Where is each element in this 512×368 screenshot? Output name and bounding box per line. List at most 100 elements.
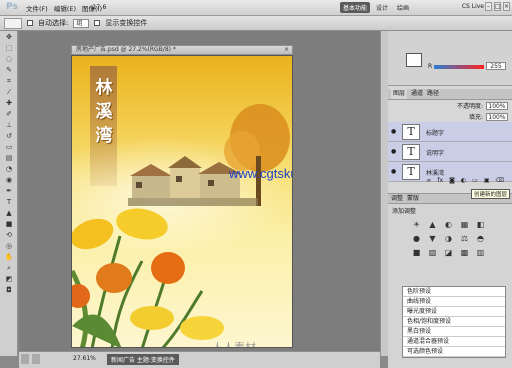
eyedropper-tool-icon[interactable]: ⁄ (3, 87, 15, 97)
new-layer-icon[interactable]: ▣ (484, 177, 490, 187)
filmstrip-icon[interactable] (32, 354, 40, 364)
preset-item[interactable]: 色阶预设 (403, 287, 505, 297)
crop-tool-icon[interactable]: ⌗ (3, 76, 15, 86)
foreground-background-color-icon[interactable]: ◩ (3, 274, 15, 284)
layer-row[interactable]: ● T 标题字 (388, 122, 512, 142)
fx-icon[interactable]: fx (437, 177, 443, 187)
threshold-icon[interactable]: ◪ (444, 248, 453, 257)
exposure-icon[interactable]: ▦ (460, 220, 469, 229)
preset-item[interactable]: 曲线预设 (403, 297, 505, 307)
maximize-icon[interactable]: □ (494, 2, 501, 11)
auto-select-dropdown[interactable]: 组 (73, 18, 90, 28)
red-channel-value[interactable]: 255 (486, 62, 506, 70)
path-selection-tool-icon[interactable]: ▲ (3, 208, 15, 218)
menu-edit[interactable]: 编辑(E) (54, 3, 76, 13)
tab-masks[interactable]: 蒙版 (407, 194, 419, 203)
layer-row[interactable]: ● T 说明字 (388, 142, 512, 162)
brush-tool-icon[interactable]: ✐ (3, 109, 15, 119)
quick-select-tool-icon[interactable]: ✎ (3, 65, 15, 75)
quick-mask-icon[interactable]: ◘ (3, 285, 15, 295)
trash-icon[interactable]: ⌫ (496, 177, 504, 187)
zoom-level[interactable]: 27.6 (92, 3, 106, 11)
preset-item[interactable]: 黑白预设 (403, 327, 505, 337)
healing-brush-tool-icon[interactable]: ✚ (3, 98, 15, 108)
tool-preset-picker[interactable] (4, 17, 22, 29)
dodge-tool-icon[interactable]: ◉ (3, 175, 15, 185)
move-tool-icon[interactable]: ✥ (3, 32, 15, 42)
3d-rotate-tool-icon[interactable]: ⟲ (3, 230, 15, 240)
eye-icon[interactable]: ● (391, 148, 396, 155)
tab-adjustments[interactable]: 调整 (391, 194, 403, 203)
preset-item[interactable]: 通道混合器预设 (403, 337, 505, 347)
gradient-tool-icon[interactable]: ▤ (3, 153, 15, 163)
clone-stamp-tool-icon[interactable]: ⊥ (3, 120, 15, 130)
invert-icon[interactable]: ■ (412, 248, 421, 257)
menu-bar: 文件(F) 编辑(E) 图像(I) (26, 0, 102, 16)
brightness-icon[interactable]: ☀ (412, 220, 421, 229)
preset-item[interactable]: 色相/饱和度预设 (403, 317, 505, 327)
lasso-tool-icon[interactable]: ◌ (3, 54, 15, 64)
3d-orbit-tool-icon[interactable]: ◎ (3, 241, 15, 251)
document-close-icon[interactable]: × (284, 46, 289, 54)
layer-name[interactable]: 说明字 (426, 148, 444, 157)
close-icon[interactable]: × (503, 2, 510, 11)
workspace-essentials-button[interactable]: 基本功能 (339, 2, 370, 13)
levels-icon[interactable]: ▲ (428, 220, 437, 229)
auto-select-checkbox[interactable] (27, 20, 33, 26)
vibrance-icon[interactable]: ◧ (476, 220, 485, 229)
minimize-icon[interactable]: – (485, 2, 492, 11)
status-document-info[interactable]: 新闻广告 主题:变换控件 (107, 354, 179, 365)
layer-name[interactable]: 标题字 (426, 128, 444, 137)
eye-icon[interactable]: ● (391, 168, 396, 175)
photo-filter-icon[interactable]: ⚖ (460, 234, 469, 243)
status-zoom[interactable]: 27.61% (73, 355, 96, 362)
eye-icon[interactable]: ● (391, 128, 396, 135)
folder-icon[interactable]: ▭ (472, 177, 478, 187)
hand-tool-icon[interactable]: ✋ (3, 252, 15, 262)
tab-channels[interactable]: 通道 (411, 89, 423, 99)
document-window: 房地产广告.psd @ 27.2%(RGB/8) * × 林 溪 湾 www.c… (71, 45, 293, 348)
curves-icon[interactable]: ◐ (444, 220, 453, 229)
hue-saturation-icon[interactable]: ● (412, 234, 421, 243)
eraser-tool-icon[interactable]: ▭ (3, 142, 15, 152)
mini-bridge-icon[interactable] (21, 354, 29, 364)
preset-item[interactable]: 可选颜色预设 (403, 347, 505, 357)
black-white-icon[interactable]: ◑ (444, 234, 453, 243)
pen-tool-icon[interactable]: ✒ (3, 186, 15, 196)
opacity-field[interactable]: 100% (486, 101, 508, 110)
document-tab[interactable]: 房地产广告.psd @ 27.2%(RGB/8) * × (71, 45, 293, 55)
color-balance-icon[interactable]: ▼ (428, 234, 437, 243)
tab-paths[interactable]: 路径 (427, 89, 439, 99)
menu-file[interactable]: 文件(F) (26, 3, 48, 13)
adjustment-icon[interactable]: ◐ (461, 177, 466, 187)
channel-mixer-icon[interactable]: ◓ (476, 234, 485, 243)
link-icon[interactable]: ∞ (426, 177, 431, 187)
blur-tool-icon[interactable]: ◔ (3, 164, 15, 174)
workspace-painting-button[interactable]: 绘画 (394, 2, 412, 13)
tab-layers[interactable]: 图层 (391, 89, 408, 99)
history-brush-tool-icon[interactable]: ↺ (3, 131, 15, 141)
status-bar: 27.61% 新闻广告 主题:变换控件 (19, 351, 380, 368)
document-workspace: 房地产广告.psd @ 27.2%(RGB/8) * × 林 溪 湾 www.c… (19, 31, 380, 351)
shape-tool-icon[interactable]: ■ (3, 219, 15, 229)
type-tool-icon[interactable]: T (3, 197, 15, 207)
show-transform-checkbox[interactable] (94, 20, 101, 26)
foreground-color-swatch[interactable] (406, 53, 422, 67)
layer-name[interactable]: 林溪湾 (426, 168, 444, 177)
watermark-text: www.cgtsku.com (229, 166, 292, 181)
workspace-design-button[interactable]: 设计 (373, 2, 391, 13)
zoom-tool-icon[interactable]: ⌕ (3, 263, 15, 273)
adjustment-icons: ☀ ▲ ◐ ▦ ◧ ● ▼ ◑ ⚖ ◓ ■ ▨ ◪ ▩ ▥ (388, 217, 512, 260)
opacity-label: 不透明度: (456, 103, 483, 110)
mask-icon[interactable]: ◙ (449, 177, 455, 187)
posterize-icon[interactable]: ▨ (428, 248, 437, 257)
poster-canvas[interactable]: 林 溪 湾 www.cgtsk 人人素材 (71, 55, 293, 348)
preset-item[interactable]: 曝光度预设 (403, 307, 505, 317)
fill-field[interactable]: 100% (486, 112, 508, 121)
gradient-map-icon[interactable]: ▩ (460, 248, 469, 257)
cs-live-button[interactable]: CS Live (462, 3, 484, 10)
layer-actions-bar: ∞ fx ◙ ◐ ▭ ▣ ⌫ (388, 177, 512, 187)
selective-color-icon[interactable]: ▥ (476, 248, 485, 257)
red-channel-slider[interactable] (434, 65, 484, 69)
marquee-tool-icon[interactable]: ⬚ (3, 43, 15, 53)
